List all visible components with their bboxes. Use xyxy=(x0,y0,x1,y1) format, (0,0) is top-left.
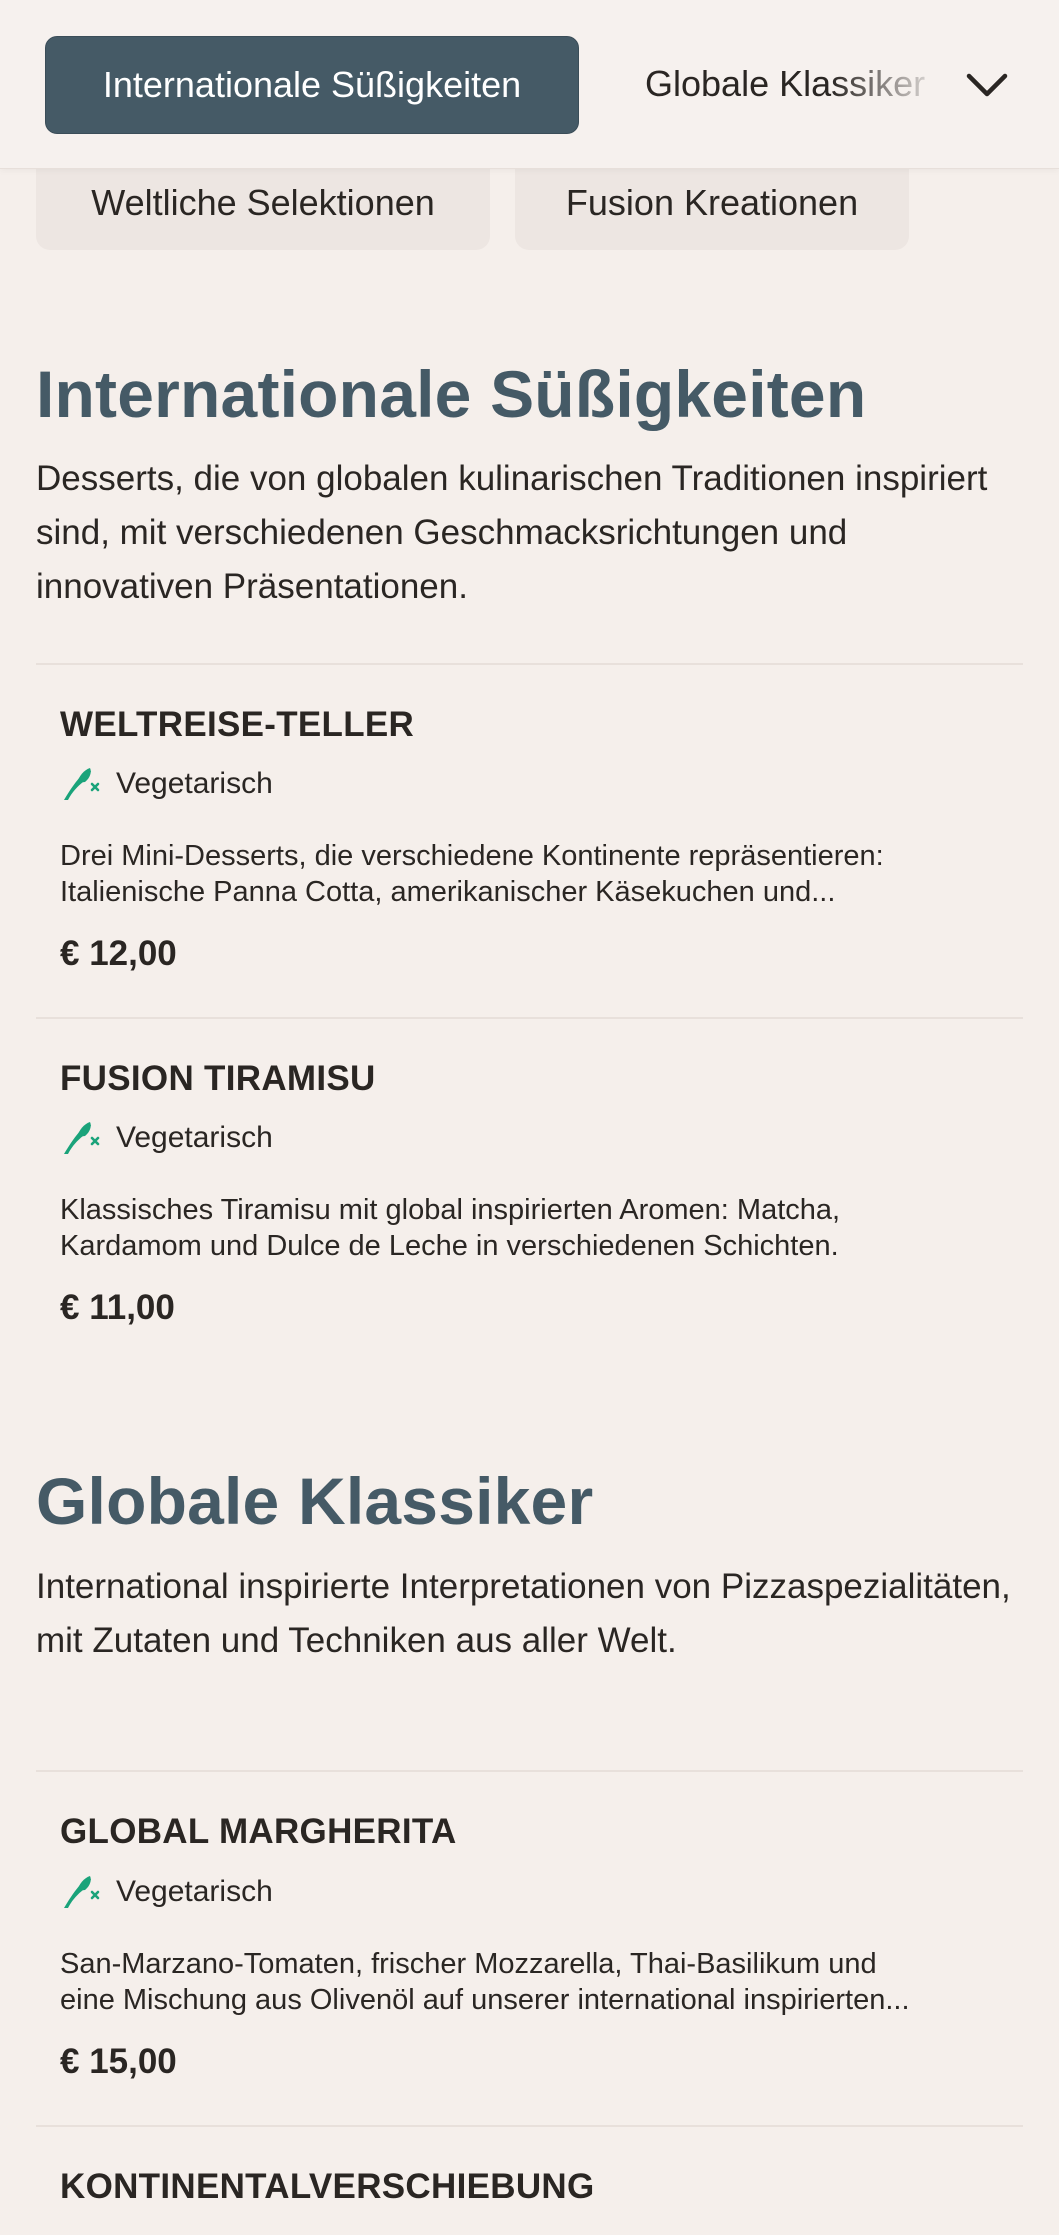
item-name: FUSION TIRAMISU xyxy=(60,1059,376,1098)
item-description: San-Marzano-Tomaten, frischer Mozzarella… xyxy=(60,1946,1020,2018)
vegetarian-icon xyxy=(64,768,100,800)
item-description: Drei Mini-Desserts, die verschiedene Kon… xyxy=(60,838,1020,910)
divider xyxy=(36,2125,1023,2127)
chevron-down-icon[interactable] xyxy=(960,58,1014,112)
tab-label: Globale Klassiker xyxy=(645,63,926,104)
item-description: Klassisches Tiramisu mit global inspirie… xyxy=(60,1192,1020,1264)
item-price: € 15,00 xyxy=(60,2042,177,2081)
tag-label: Vegetarisch xyxy=(116,1875,273,1908)
item-description-line: Italienische Panna Cotta, amerikanischer… xyxy=(60,876,836,908)
vegetarian-icon xyxy=(64,1122,100,1154)
vegetarian-tag: Vegetarisch xyxy=(60,764,273,804)
divider xyxy=(36,1017,1023,1019)
tab-globale-klassiker[interactable]: Globale Klassiker xyxy=(645,36,945,132)
section-description: Desserts, die von globalen kulinarischen… xyxy=(36,459,988,606)
section-title: Globale Klassiker xyxy=(36,1464,594,1538)
item-price: € 11,00 xyxy=(60,1288,175,1327)
item-name: KONTINENTALVERSCHIEBUNG xyxy=(60,2167,595,2206)
vegetarian-tag: Vegetarisch xyxy=(60,1872,273,1912)
tab-label: Weltliche Selektionen xyxy=(91,182,435,223)
divider xyxy=(36,663,1023,665)
item-description-line: Klassisches Tiramisu mit global inspirie… xyxy=(60,1194,841,1226)
tab-label: Internationale Süßigkeiten xyxy=(102,64,522,105)
item-price: € 12,00 xyxy=(60,934,177,973)
section-description: International inspirierte Interpretation… xyxy=(36,1567,1011,1660)
tab-label: Fusion Kreationen xyxy=(565,182,859,223)
item-name: GLOBAL MARGHERITA xyxy=(60,1812,457,1851)
item-description-line: San-Marzano-Tomaten, frischer Mozzarella… xyxy=(60,1948,877,1980)
item-description-line: eine Mischung aus Olivenöl auf unserer i… xyxy=(60,1984,910,2016)
divider xyxy=(36,1770,1023,1772)
section-title: Internationale Süßigkeiten xyxy=(36,357,867,431)
item-description-line: Kardamom und Dulce de Leche in verschied… xyxy=(60,1230,839,1262)
tag-label: Vegetarisch xyxy=(116,767,273,800)
tag-label: Vegetarisch xyxy=(116,1121,273,1154)
item-name: WELTREISE-TELLER xyxy=(60,705,415,744)
item-description-line: Drei Mini-Desserts, die verschiedene Kon… xyxy=(60,840,884,872)
tab-internationale-suessigkeiten[interactable]: Internationale Süßigkeiten xyxy=(45,36,579,134)
vegetarian-icon xyxy=(64,1876,100,1908)
vegetarian-tag: Vegetarisch xyxy=(60,1118,273,1158)
category-tab-bar: Internationale Süßigkeiten Globale Klass… xyxy=(0,0,1059,169)
